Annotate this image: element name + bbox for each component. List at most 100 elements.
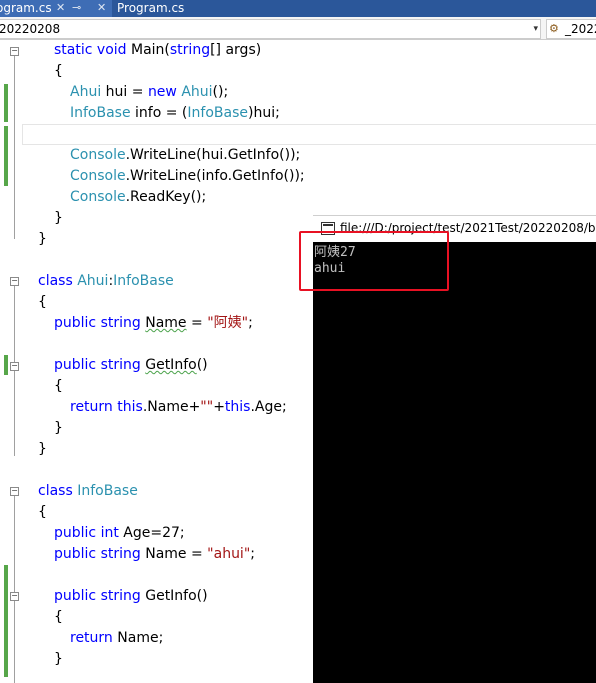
code-token: Name; (112, 630, 164, 646)
code-token: } (38, 441, 47, 457)
code-line: public string Name = "阿姨"; (54, 313, 253, 334)
keyword-token: string (169, 42, 211, 58)
code-line: Console.ReadKey(); (70, 187, 206, 208)
code-line: } (38, 229, 47, 250)
code-token: { (38, 504, 47, 520)
code-line: { (38, 292, 47, 313)
change-marker (4, 84, 8, 122)
collapse-icon[interactable]: − (10, 592, 19, 601)
code-token: info = ( (130, 105, 188, 121)
pin-icon[interactable]: ⊸ (72, 0, 81, 16)
tab-label: Program.cs (117, 1, 185, 15)
code-token: [] args) (210, 42, 262, 58)
close-icon[interactable]: ✕ (97, 0, 106, 16)
code-token: { (54, 63, 63, 79)
tab-program-cs[interactable]: Program.cs (117, 0, 237, 17)
annotation-highlight-box (299, 231, 449, 291)
code-token: { (54, 609, 63, 625)
warning-token: GetInfo (145, 357, 197, 373)
code-token: } (38, 231, 47, 247)
code-line: public string GetInfo() (54, 355, 208, 376)
keyword-token: return (70, 399, 113, 415)
code-line: public string Name = "ahui"; (54, 544, 255, 565)
code-token: (); (212, 84, 229, 100)
navigation-bar: 20220208 ▾ ⚙ _2022 (0, 17, 596, 40)
project-dropdown[interactable]: 20220208 ▾ (0, 19, 541, 39)
keyword-token: public (54, 546, 97, 562)
code-line: InfoBase info = (InfoBase)hui; (70, 103, 280, 124)
close-icon[interactable]: ✕ (56, 0, 65, 16)
collapse-icon[interactable]: − (10, 47, 19, 56)
code-token: { (38, 294, 47, 310)
code-token: .WriteLine(hui.GetInfo()); (125, 147, 301, 163)
keyword-token: public (54, 315, 97, 331)
fold-guide (14, 496, 15, 683)
code-line: } (38, 439, 47, 460)
type-token: InfoBase (77, 483, 138, 499)
type-token: InfoBase (70, 105, 131, 121)
keyword-token: this (117, 399, 143, 415)
keyword-token: string (100, 315, 141, 331)
keyword-token: public (54, 588, 97, 604)
current-line-highlight (22, 124, 596, 145)
code-line: { (54, 376, 63, 397)
type-dropdown[interactable]: ⚙ _2022 (546, 19, 596, 39)
code-token: } (54, 210, 63, 226)
code-token: GetInfo() (140, 588, 208, 604)
keyword-token: string (100, 546, 141, 562)
code-token: Name = (140, 546, 208, 562)
warning-token: Name (145, 315, 187, 331)
string-token: "" (200, 399, 214, 415)
fold-guide (14, 286, 15, 456)
code-token: hui = (101, 84, 148, 100)
code-token: .Age; (250, 399, 287, 415)
change-marker (4, 126, 8, 186)
collapse-icon[interactable]: − (10, 277, 19, 286)
keyword-token: this (224, 399, 251, 415)
code-token: .ReadKey(); (125, 189, 207, 205)
code-line: class Ahui:InfoBase (38, 271, 174, 292)
type-token: Console (70, 168, 126, 184)
code-token: + (213, 399, 225, 415)
code-token: } (54, 651, 63, 667)
code-line: } (54, 208, 63, 229)
type-token: Console (70, 189, 126, 205)
code-line: public int Age=27; (54, 523, 185, 544)
document-tab-bar: ogram.cs ✕ ⊸ ✕ Program.cs (0, 0, 596, 17)
tab-label: ogram.cs (0, 1, 52, 15)
type-token: Console (70, 147, 126, 163)
tab-active-program-cs[interactable]: ogram.cs ✕ ⊸ ✕ (0, 0, 112, 17)
code-line: return Name; (70, 628, 163, 649)
code-token: .WriteLine(info.GetInfo()); (125, 168, 305, 184)
code-line: } (54, 649, 63, 670)
code-line: Console.WriteLine(info.GetInfo()); (70, 166, 305, 187)
code-line: static void Main(string[] args) (54, 40, 261, 61)
code-token: ; (250, 546, 255, 562)
keyword-token: void (96, 42, 127, 58)
project-dropdown-value: 20220208 (0, 22, 61, 36)
keyword-token: public (54, 525, 97, 541)
string-token: "阿姨" (207, 315, 249, 331)
code-token: = (186, 315, 208, 331)
type-dropdown-value: _2022 (565, 22, 596, 36)
class-icon: ⚙ (549, 22, 559, 35)
code-token: Main( (126, 42, 170, 58)
code-line: class InfoBase (38, 481, 138, 502)
type-token: InfoBase (113, 273, 174, 289)
code-line: public string GetInfo() (54, 586, 208, 607)
change-marker (4, 565, 8, 677)
code-token: } (54, 420, 63, 436)
string-token: "ahui" (207, 546, 251, 562)
code-line: Console.WriteLine(hui.GetInfo()); (70, 145, 300, 166)
keyword-token: new (147, 84, 177, 100)
keyword-token: int (100, 525, 119, 541)
code-line: { (54, 607, 63, 628)
chevron-down-icon[interactable]: ▾ (533, 20, 538, 38)
collapse-icon[interactable]: − (10, 487, 19, 496)
fold-guide (14, 56, 15, 239)
collapse-icon[interactable]: − (10, 362, 19, 371)
keyword-token: string (100, 588, 141, 604)
type-token: InfoBase (187, 105, 248, 121)
type-token: Ahui (77, 273, 109, 289)
keyword-token: return (70, 630, 113, 646)
